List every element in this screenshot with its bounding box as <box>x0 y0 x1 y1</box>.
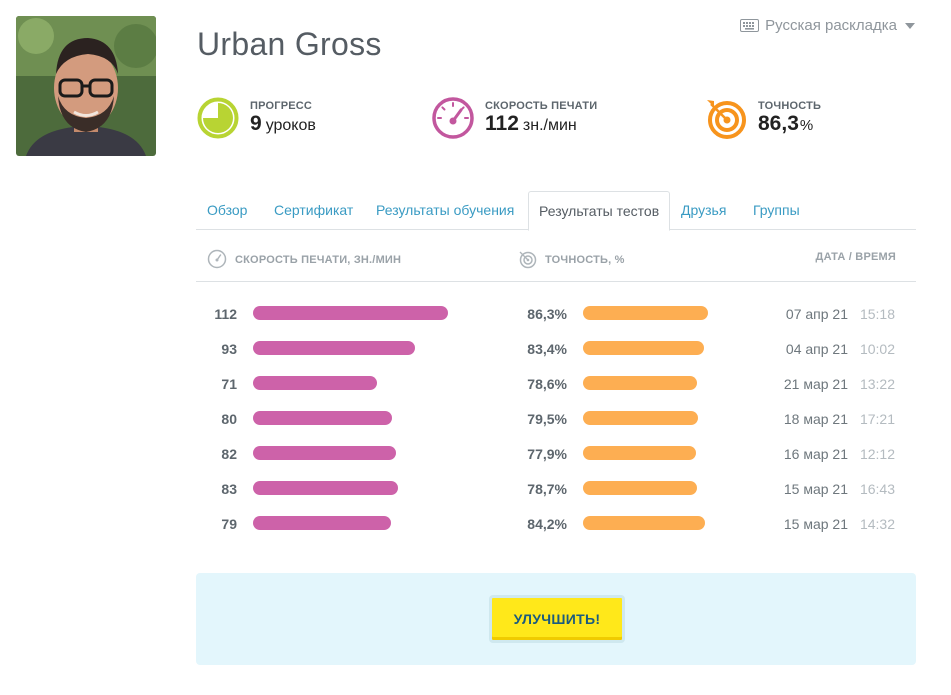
row-accuracy-bar <box>583 481 697 495</box>
row-speed-value: 71 <box>221 376 237 392</box>
row-speed-value: 112 <box>214 306 237 322</box>
row-accuracy-bar <box>583 446 696 460</box>
stat-speed: СКОРОСТЬ ПЕЧАТИ 112 зн./мин <box>431 96 597 140</box>
tab-test-results[interactable]: Результаты тестов <box>528 191 671 231</box>
row-date: 15 мар 21 <box>783 516 848 532</box>
tab-certificate[interactable]: Сертификат <box>274 191 353 230</box>
row-accuracy-value: 78,7% <box>527 481 567 497</box>
row-time: 17:21 <box>859 411 895 427</box>
stat-accuracy-value: 86,3 <box>758 112 799 135</box>
target-small-icon <box>519 251 537 269</box>
row-accuracy-value: 77,9% <box>527 446 567 462</box>
stat-progress-unit: уроков <box>265 117 316 134</box>
row-time: 12:12 <box>859 446 895 462</box>
row-date: 07 апр 21 <box>785 306 848 322</box>
row-accuracy-bar <box>583 411 698 425</box>
keyboard-layout-label: Русская раскладка <box>765 17 897 34</box>
row-speed-bar <box>253 341 415 355</box>
table-row: 71 78,6% 21 мар 21 13:22 <box>196 366 916 401</box>
row-speed-value: 83 <box>221 481 237 497</box>
progress-pie-icon <box>197 97 239 139</box>
row-accuracy-bar <box>583 376 697 390</box>
row-speed-value: 93 <box>221 341 237 357</box>
table-row: 80 79,5% 18 мар 21 17:21 <box>196 401 916 436</box>
row-speed-bar <box>253 411 392 425</box>
tab-friends[interactable]: Друзья <box>681 191 726 230</box>
row-accuracy-value: 84,2% <box>527 516 567 532</box>
row-accuracy-bar <box>583 341 704 355</box>
row-time: 15:18 <box>859 306 895 322</box>
row-speed-value: 82 <box>221 446 237 462</box>
row-accuracy-value: 79,5% <box>527 411 567 427</box>
row-time: 16:43 <box>859 481 895 497</box>
tab-groups[interactable]: Группы <box>753 191 800 230</box>
stat-speed-unit: зн./мин <box>522 117 577 134</box>
row-speed-bar <box>253 446 396 460</box>
row-date: 04 апр 21 <box>785 341 848 357</box>
row-accuracy-bar <box>583 516 705 530</box>
avatar-image <box>16 16 156 156</box>
stat-speed-label: СКОРОСТЬ ПЕЧАТИ <box>485 100 598 112</box>
chevron-down-icon <box>905 22 915 29</box>
keyboard-layout-dropdown[interactable]: Русская раскладка <box>740 17 915 34</box>
stat-accuracy-unit: % <box>799 117 814 134</box>
tab-learning-results[interactable]: Результаты обучения <box>376 191 514 230</box>
row-date: 16 мар 21 <box>783 446 848 462</box>
tab-bar: Обзор Сертификат Результаты обучения Рез… <box>196 191 916 231</box>
column-header-speed-label: СКОРОСТЬ ПЕЧАТИ, ЗН./МИН <box>235 254 402 266</box>
column-header-accuracy-label: ТОЧНОСТЬ, % <box>545 254 625 266</box>
keyboard-icon <box>740 19 760 32</box>
stat-progress-value: 9 <box>250 112 262 135</box>
results-table-body: 112 86,3% 07 апр 21 15:18 93 83,4% 04 апр 21 10… <box>196 296 916 541</box>
table-row: 112 86,3% 07 апр 21 15:18 <box>196 296 916 331</box>
row-accuracy-value: 86,3% <box>527 306 567 322</box>
row-time: 14:32 <box>859 516 895 532</box>
avatar[interactable] <box>16 16 156 156</box>
column-header-speed: СКОРОСТЬ ПЕЧАТИ, ЗН./МИН <box>207 249 402 269</box>
user-name: Urban Gross <box>197 26 382 62</box>
row-date: 21 мар 21 <box>783 376 848 392</box>
row-speed-bar <box>253 306 448 320</box>
upgrade-panel: УЛУЧШИТЬ! <box>196 573 916 665</box>
column-header-datetime: ДАТА / ВРЕМЯ <box>815 251 896 263</box>
row-speed-value: 80 <box>221 411 237 427</box>
row-accuracy-value: 78,6% <box>527 376 567 392</box>
speedometer-small-icon <box>207 249 227 269</box>
row-time: 13:22 <box>859 376 895 392</box>
table-row: 82 77,9% 16 мар 21 12:12 <box>196 436 916 471</box>
stat-progress-label: ПРОГРЕСС <box>250 100 313 112</box>
column-header-accuracy: ТОЧНОСТЬ, % <box>517 251 625 269</box>
row-accuracy-value: 83,4% <box>527 341 567 357</box>
results-table-header: СКОРОСТЬ ПЕЧАТИ, ЗН./МИН ТОЧНОСТЬ, % ДАТ… <box>196 230 916 282</box>
table-row: 93 83,4% 04 апр 21 10:02 <box>196 331 916 366</box>
row-speed-bar <box>253 481 398 495</box>
stat-progress: ПРОГРЕСС 9 уроков <box>196 96 316 140</box>
speedometer-icon <box>432 97 474 139</box>
row-accuracy-bar <box>583 306 708 320</box>
table-row: 83 78,7% 15 мар 21 16:43 <box>196 471 916 506</box>
row-date: 15 мар 21 <box>783 481 848 497</box>
row-time: 10:02 <box>859 341 895 357</box>
table-row: 79 84,2% 15 мар 21 14:32 <box>196 506 916 541</box>
target-icon <box>707 100 746 139</box>
stat-speed-value: 112 <box>485 112 519 135</box>
row-date: 18 мар 21 <box>783 411 848 427</box>
stat-accuracy-label: ТОЧНОСТЬ <box>758 100 822 112</box>
row-speed-bar <box>253 516 391 530</box>
row-speed-value: 79 <box>221 516 237 532</box>
tab-overview[interactable]: Обзор <box>207 191 247 230</box>
stat-accuracy: ТОЧНОСТЬ 86,3% <box>704 96 821 140</box>
upgrade-button[interactable]: УЛУЧШИТЬ! <box>489 595 625 643</box>
row-speed-bar <box>253 376 377 390</box>
